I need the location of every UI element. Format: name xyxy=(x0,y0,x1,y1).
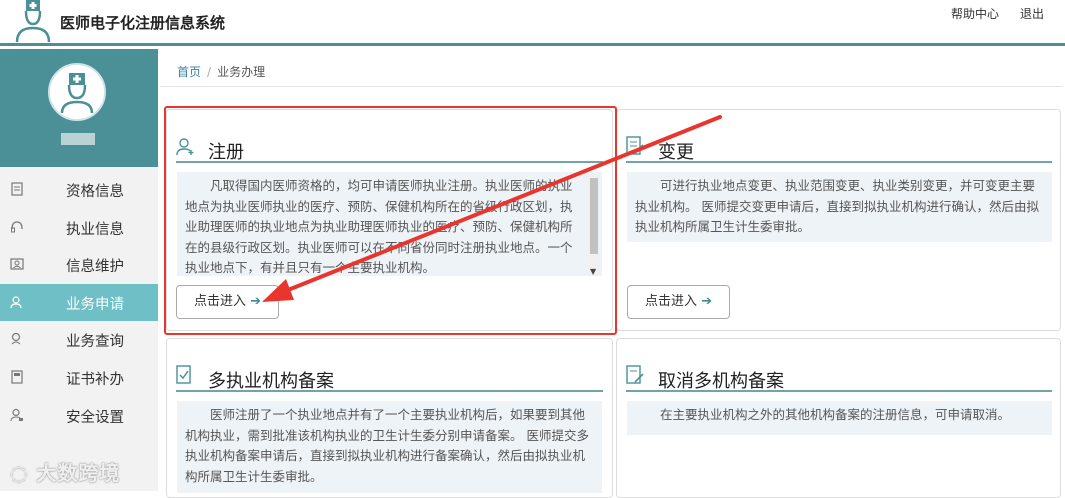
sidebar-item-label: 信息维护 xyxy=(66,259,124,276)
multi-institution-card: 多执业机构备案 医师注册了一个执业地点并有了一个主要执业机构后，如果要到其他机构… xyxy=(166,338,613,498)
arrow-right-icon: ➔ xyxy=(250,294,262,309)
multi-institution-description: 医师注册了一个执业地点并有了一个主要执业机构后，如果要到其他机构执业，需到批准该… xyxy=(177,401,602,493)
change-card: 变更 可进行执业地点变更、执业范围变更、执业类别变更，并可变更主要执业机构。 医… xyxy=(616,109,1061,331)
register-enter-button[interactable]: 点击进入 ➔ xyxy=(176,285,279,319)
sidebar-item-label: 资格信息 xyxy=(66,184,124,200)
sidebar-nav: 资格信息 执业信息 信息维护 业务申请 业务查询 证书补办 安全设置 xyxy=(0,171,158,434)
edit-document-icon xyxy=(626,136,644,155)
certificate-icon xyxy=(11,370,23,384)
doctor-logo-icon xyxy=(15,0,51,42)
headset-icon xyxy=(11,220,23,233)
sidebar-item-info-maintenance[interactable]: 信息维护 xyxy=(0,246,158,284)
title-underline xyxy=(626,161,1052,163)
top-header: 医师电子化注册信息系统 帮助中心 退出 xyxy=(0,0,1065,46)
user-profile-panel xyxy=(0,49,158,167)
cancel-multi-institution-description: 在主要执业机构之外的其他机构备案的注册信息，可申请取消。 xyxy=(627,401,1052,435)
cancel-document-icon xyxy=(626,365,644,384)
arrow-right-icon: ➔ xyxy=(701,294,713,309)
sidebar-item-label: 安全设置 xyxy=(66,409,124,426)
sidebar-item-qualification[interactable]: 资格信息 xyxy=(0,171,158,209)
breadcrumb: 首页 / 业务办理 xyxy=(177,63,265,80)
id-card-icon xyxy=(10,258,24,270)
sidebar-item-label: 证书补办 xyxy=(66,371,124,388)
avatar[interactable] xyxy=(48,63,106,121)
sidebar-item-label: 业务申请 xyxy=(66,296,124,313)
change-enter-label: 点击进入 xyxy=(644,294,697,309)
check-document-icon xyxy=(176,365,191,384)
sidebar-item-label: 执业信息 xyxy=(66,221,124,238)
breadcrumb-separator: / xyxy=(207,65,212,79)
document-icon xyxy=(11,182,23,196)
description-scrollbar[interactable]: ▼ xyxy=(588,172,600,276)
cancel-multi-institution-card: 取消多机构备案 在主要执业机构之外的其他机构备案的注册信息，可申请取消。 xyxy=(616,338,1061,498)
user-lock-icon xyxy=(10,408,23,421)
breadcrumb-current: 业务办理 xyxy=(217,65,266,79)
app-title: 医师电子化注册信息系统 xyxy=(60,14,226,32)
breadcrumb-divider xyxy=(160,86,1063,87)
user-name-placeholder xyxy=(61,133,95,145)
scroll-down-arrow-icon[interactable]: ▼ xyxy=(590,267,596,276)
register-enter-label: 点击进入 xyxy=(193,294,246,309)
watermark-text: 大数跨境 xyxy=(36,461,121,485)
change-enter-button[interactable]: 点击进入 ➔ xyxy=(627,285,730,319)
sidebar-item-label: 业务查询 xyxy=(66,334,124,351)
title-underline xyxy=(626,390,1052,392)
sidebar-item-practice-info[interactable]: 执业信息 xyxy=(0,209,158,247)
register-description: 凡取得国内医师资格的，均可申请医师执业注册。执业医师的执业地点为执业医师执业的医… xyxy=(177,172,602,276)
search-user-icon xyxy=(11,333,21,345)
help-center-link[interactable]: 帮助中心 xyxy=(951,5,999,22)
doctor-avatar-icon xyxy=(60,73,94,114)
title-underline xyxy=(176,390,603,392)
user-add-icon xyxy=(176,138,194,156)
logout-link[interactable]: 退出 xyxy=(1020,5,1044,22)
sidebar-item-security-settings[interactable]: 安全设置 xyxy=(0,397,158,435)
title-underline xyxy=(176,161,603,163)
sidebar: 资格信息 执业信息 信息维护 业务申请 业务查询 证书补办 安全设置 ◌ 大数跨… xyxy=(0,49,158,491)
register-card: 注册 凡取得国内医师资格的，均可申请医师执业注册。执业医师的执业地点为执业医师执… xyxy=(166,109,613,331)
watermark-bubble-icon: ◌ xyxy=(10,461,29,485)
user-icon xyxy=(10,296,22,308)
change-description: 可进行执业地点变更、执业范围变更、执业类别变更，并可变更主要执业机构。 医师提交… xyxy=(627,172,1052,242)
breadcrumb-home[interactable]: 首页 xyxy=(177,65,201,79)
sidebar-item-certificate-reissue[interactable]: 证书补办 xyxy=(0,359,158,397)
watermark-logo: ◌ 大数跨境 xyxy=(10,457,120,486)
sidebar-item-business-query[interactable]: 业务查询 xyxy=(0,321,158,359)
scrollbar-thumb[interactable] xyxy=(590,178,598,254)
sidebar-item-business-apply[interactable]: 业务申请 xyxy=(0,283,158,322)
